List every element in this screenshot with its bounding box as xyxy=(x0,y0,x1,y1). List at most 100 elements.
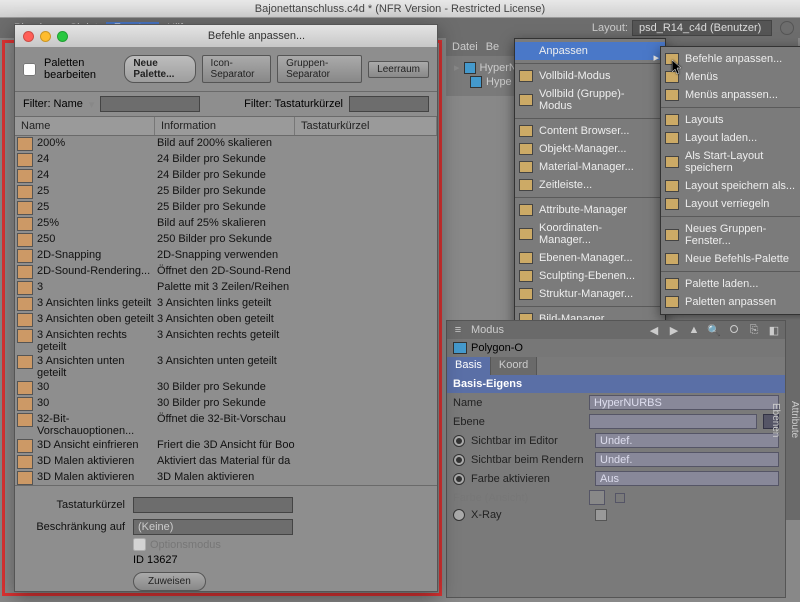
attr-object-name: Polygon-O xyxy=(471,342,523,354)
menu-item[interactable]: Layout verriegeln xyxy=(661,195,800,213)
filter-name-input[interactable] xyxy=(100,96,200,112)
obj-menu-be[interactable]: Be xyxy=(486,41,499,53)
restrict-select[interactable]: (Keine) xyxy=(133,519,293,535)
nav-fwd-icon[interactable]: ▶ xyxy=(667,323,681,337)
menu-item[interactable]: Als Start-Layout speichern xyxy=(661,147,800,177)
cell-info: 3D Malen aktivieren xyxy=(155,471,415,485)
filter-kb-input[interactable] xyxy=(349,96,429,112)
group-separator-button[interactable]: Gruppen-Separator xyxy=(277,55,362,83)
menu-item[interactable]: Vollbild (Gruppe)-Modus xyxy=(515,85,665,115)
minimize-icon[interactable] xyxy=(40,31,51,42)
checkbox-xray[interactable] xyxy=(595,509,607,521)
mi-anpassen[interactable]: Anpassen xyxy=(515,42,665,60)
table-row[interactable]: 2424 Bilder pro Sekunde xyxy=(15,168,437,184)
col-info[interactable]: Information xyxy=(155,117,295,135)
nav-up-icon[interactable]: ▲ xyxy=(687,323,701,337)
field-vis-editor[interactable]: Undef. xyxy=(595,433,779,448)
attr-modus[interactable]: Modus xyxy=(471,324,504,336)
menu-icon xyxy=(519,288,533,300)
field-ebene[interactable] xyxy=(589,414,757,429)
table-row[interactable]: 2525 Bilder pro Sekunde xyxy=(15,200,437,216)
table-row[interactable]: 250250 Bilder pro Sekunde xyxy=(15,232,437,248)
nav-back-icon[interactable]: ◀ xyxy=(647,323,661,337)
table-row[interactable]: 200%Bild auf 200% skalieren xyxy=(15,136,437,152)
menu-item[interactable]: Ebenen-Manager... xyxy=(515,249,665,267)
side-tab-attribute[interactable]: Attribute xyxy=(789,326,800,514)
table-row[interactable]: 2525 Bilder pro Sekunde xyxy=(15,184,437,200)
menu-item[interactable]: Struktur-Manager... xyxy=(515,285,665,303)
table-row[interactable]: 2D-Sound-Rendering...Öffnet den 2D-Sound… xyxy=(15,264,437,280)
menu-item[interactable]: Menüs anpassen... xyxy=(661,86,800,104)
kb-input[interactable] xyxy=(133,497,293,513)
command-icon xyxy=(17,397,33,411)
table-row[interactable]: 32-Bit-Vorschauoptionen...Öffnet die 32-… xyxy=(15,412,437,438)
color-arrow-icon[interactable] xyxy=(615,493,625,503)
cell-info: 30 Bilder pro Sekunde xyxy=(155,381,415,395)
menu-item[interactable]: Layout laden... xyxy=(661,129,800,147)
table-row[interactable]: 3 Ansichten links geteilt3 Ansichten lin… xyxy=(15,296,437,312)
menu-item[interactable]: Content Browser... xyxy=(515,122,665,140)
menu-item[interactable]: Objekt-Manager... xyxy=(515,140,665,158)
command-icon xyxy=(17,249,33,263)
search-attr-icon[interactable]: 🔍 xyxy=(707,323,721,337)
menu-item[interactable]: Koordinaten-Manager... xyxy=(515,219,665,249)
command-list[interactable]: 200%Bild auf 200% skalieren2424 Bilder p… xyxy=(15,136,437,486)
field-vis-render[interactable]: Undef. xyxy=(595,452,779,467)
radio-xray[interactable] xyxy=(453,509,465,521)
field-farbe-akt[interactable]: Aus xyxy=(595,471,779,486)
zoom-icon[interactable] xyxy=(57,31,68,42)
menu-item[interactable]: Material-Manager... xyxy=(515,158,665,176)
menu-item[interactable]: Palette laden... xyxy=(661,275,800,293)
layout-selector[interactable]: psd_R14_c4d (Benutzer) xyxy=(632,20,772,36)
tab-basis[interactable]: Basis xyxy=(447,357,491,375)
table-row[interactable]: 3030 Bilder pro Sekunde xyxy=(15,396,437,412)
col-name[interactable]: Name xyxy=(15,117,155,135)
table-row[interactable]: 3D Malen aktivieren3D Malen aktivieren xyxy=(15,470,437,486)
table-row[interactable]: 3D Ansicht einfrierenFriert die 3D Ansic… xyxy=(15,438,437,454)
obj-menu-datei[interactable]: Datei xyxy=(452,41,478,53)
menu-item[interactable]: Neue Befehls-Palette xyxy=(661,250,800,268)
menu-item[interactable]: Attribute-Manager xyxy=(515,201,665,219)
menu-item[interactable]: Vollbild-Modus xyxy=(515,67,665,85)
lock-icon[interactable]: ⭘ xyxy=(727,323,741,337)
table-row[interactable]: 3 Ansichten unten geteilt3 Ansichten unt… xyxy=(15,354,437,380)
cell-name: 3 Ansichten links geteilt xyxy=(35,297,155,311)
menu-icon xyxy=(665,132,679,144)
mode-icon[interactable]: ≡ xyxy=(451,323,465,337)
pin-icon[interactable]: ⎘ xyxy=(747,323,761,337)
menu-item[interactable]: Neues Gruppen-Fenster... xyxy=(661,220,800,250)
table-row[interactable]: 3D Malen aktivierenAktiviert das Materia… xyxy=(15,454,437,470)
assign-button[interactable]: Zuweisen xyxy=(133,572,206,591)
radio-vis-editor[interactable] xyxy=(453,435,465,447)
col-kb[interactable]: Tastaturkürzel xyxy=(295,117,437,135)
command-icon xyxy=(17,265,33,279)
field-name[interactable]: HyperNURBS xyxy=(589,395,779,410)
table-row[interactable]: 3 Ansichten oben geteilt3 Ansichten oben… xyxy=(15,312,437,328)
checkbox-palette-edit[interactable] xyxy=(23,63,36,76)
menu-item[interactable]: Layout speichern als... xyxy=(661,177,800,195)
side-tab-ebenen[interactable]: Ebenen xyxy=(770,326,781,514)
icon-separator-button[interactable]: Icon-Separator xyxy=(202,55,272,83)
cell-info: Öffnet den 2D-Sound-Rend xyxy=(155,265,415,279)
color-swatch[interactable] xyxy=(589,490,605,505)
table-row[interactable]: 25%Bild auf 25% skalieren xyxy=(15,216,437,232)
menu-item[interactable]: Befehle anpassen... xyxy=(661,50,800,68)
search-icon[interactable] xyxy=(780,21,794,35)
tab-koord[interactable]: Koord xyxy=(491,357,537,375)
table-row[interactable]: 2D-Snapping2D-Snapping verwenden xyxy=(15,248,437,264)
menu-item[interactable]: Zeitleiste... xyxy=(515,176,665,194)
new-palette-button[interactable]: Neue Palette... xyxy=(124,55,195,83)
cell-info: 3 Ansichten rechts geteilt xyxy=(155,329,415,353)
radio-farbe-akt[interactable] xyxy=(453,473,465,485)
table-row[interactable]: 3 Ansichten rechts geteilt3 Ansichten re… xyxy=(15,328,437,354)
menu-item[interactable]: Layouts xyxy=(661,111,800,129)
menu-item[interactable]: Menüs xyxy=(661,68,800,86)
menu-item[interactable]: Paletten anpassen xyxy=(661,293,800,311)
close-icon[interactable] xyxy=(23,31,34,42)
table-row[interactable]: 3Palette mit 3 Zeilen/Reihen xyxy=(15,280,437,296)
table-row[interactable]: 2424 Bilder pro Sekunde xyxy=(15,152,437,168)
menu-item[interactable]: Sculpting-Ebenen... xyxy=(515,267,665,285)
radio-vis-render[interactable] xyxy=(453,454,465,466)
table-row[interactable]: 3030 Bilder pro Sekunde xyxy=(15,380,437,396)
leerraum-button[interactable]: Leerraum xyxy=(368,61,429,78)
